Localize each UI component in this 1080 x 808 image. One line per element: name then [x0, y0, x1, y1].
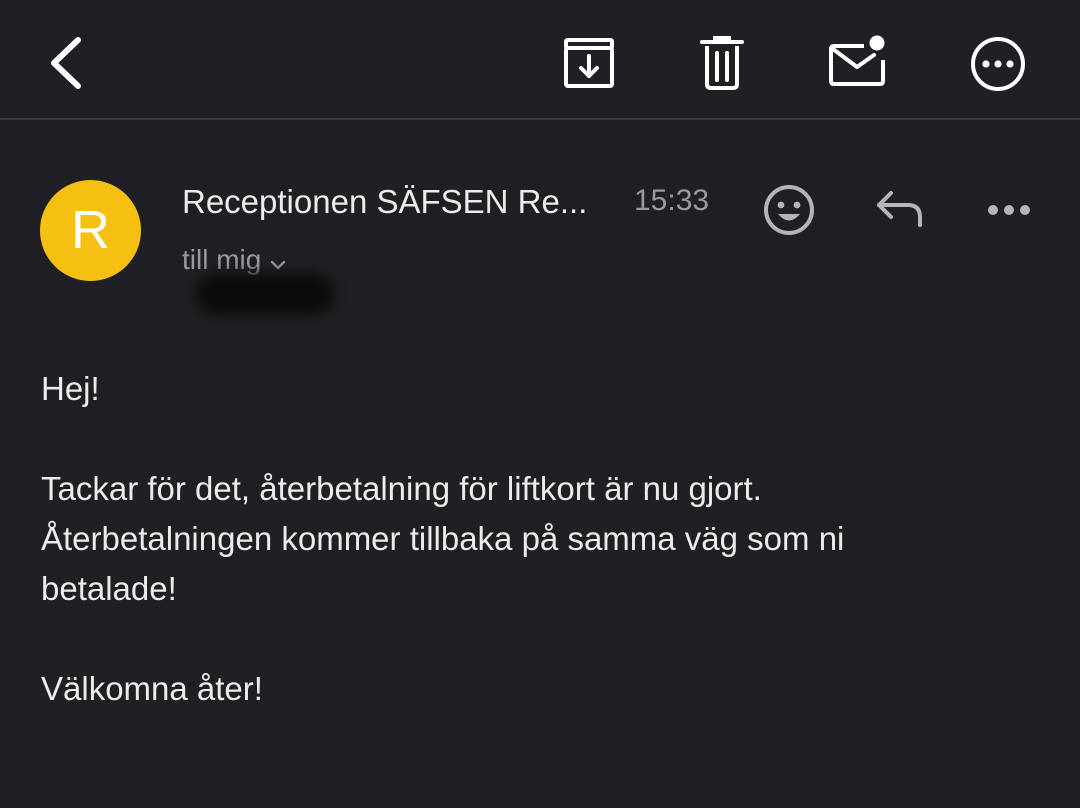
toolbar-divider — [0, 118, 1080, 120]
message-time: 15:33 — [634, 184, 710, 217]
body-greeting: Hej! — [41, 370, 100, 407]
archive-icon[interactable] — [562, 36, 616, 90]
emoji-icon[interactable] — [762, 183, 816, 237]
sender-avatar[interactable]: R — [40, 180, 141, 281]
redacted-address — [196, 273, 334, 315]
body-line-3: betalade! — [41, 570, 177, 607]
body-line-1: Tackar för det, återbetalning för liftko… — [41, 470, 762, 507]
back-chevron-icon[interactable] — [44, 36, 88, 90]
more-horizontal-icon[interactable] — [986, 202, 1032, 218]
reply-icon[interactable] — [874, 190, 926, 230]
message-header: R Receptionen SÄFSEN Re... 15:33 till mi… — [0, 140, 1080, 340]
mark-unread-icon[interactable] — [828, 34, 888, 88]
trash-icon[interactable] — [700, 36, 744, 90]
recipient-label: till mig — [182, 244, 262, 275]
body-closing: Välkomna åter! — [41, 670, 263, 707]
more-circle-icon[interactable] — [970, 36, 1026, 92]
sender-name[interactable]: Receptionen SÄFSEN Re... — [182, 183, 587, 221]
body-line-2: Återbetalningen kommer tillbaka på samma… — [41, 520, 845, 557]
top-toolbar — [0, 0, 1080, 118]
